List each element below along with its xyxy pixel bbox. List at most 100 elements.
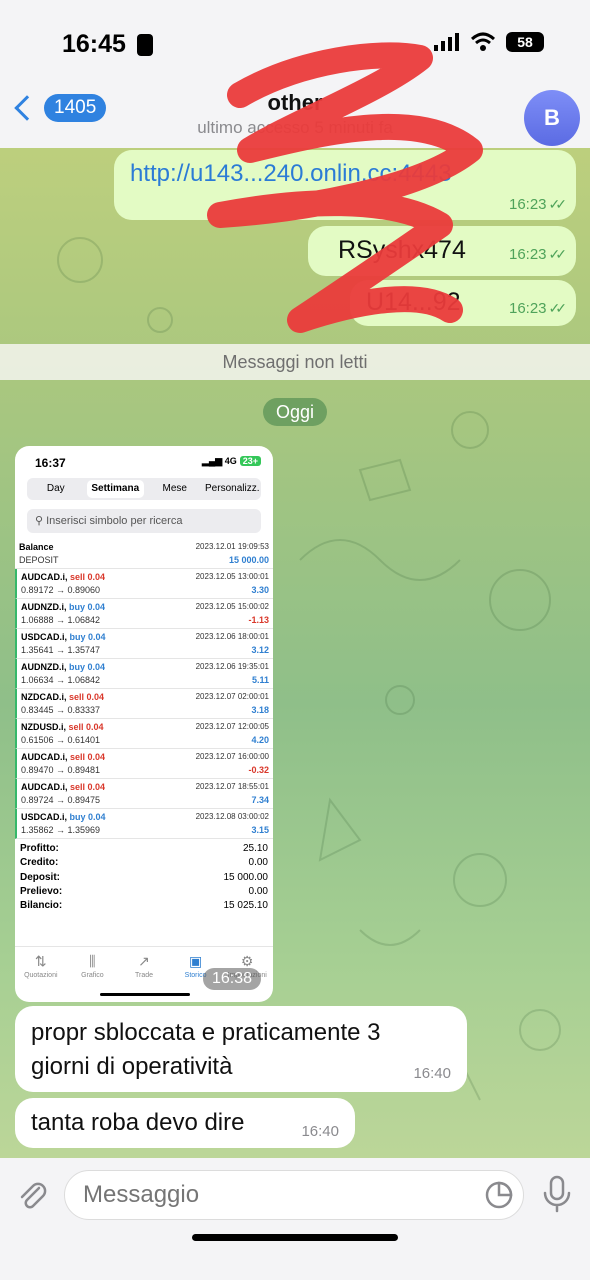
message-bubble-in[interactable]: tanta roba devo dire 16:40: [15, 1098, 355, 1148]
summary-label: Prelievo:: [20, 885, 63, 897]
segment-month: Mese: [162, 483, 187, 494]
period-segmented-control: Day Settimana Mese Personalizz.: [27, 478, 261, 500]
unread-messages-divider: Messaggi non letti: [0, 344, 590, 380]
trade-prices: 0.89470 → 0.89481: [21, 765, 101, 775]
read-check-icon: ✓✓: [548, 196, 568, 212]
trade-prices: 1.35862 → 1.35969: [21, 825, 101, 835]
chart-icon: ⫼: [89, 953, 96, 969]
message-bubble-out[interactable]: RSyshx474 16:23 ✓✓: [308, 226, 576, 276]
trade-symbol: NZDCAD.i, sell 0.04: [21, 692, 104, 702]
summary: Profitto: 25.10 Credito: 0.00 Deposit: 15 0…: [15, 839, 273, 914]
tab-label: Grafico: [81, 972, 104, 979]
summary-label: Deposit:: [20, 871, 60, 883]
microphone-icon[interactable]: [540, 1174, 574, 1214]
message-input[interactable]: [64, 1170, 524, 1220]
message-time: 16:40: [301, 1123, 339, 1140]
trade-row: AUDCAD.i, sell 0.04 2023.12.07 18:55:01 0.…: [15, 779, 273, 809]
message-text: U14...92: [366, 288, 461, 316]
wifi-icon: [470, 32, 496, 51]
screenshot-status-bar: 16:37 ▂▄▆ 4G 23+: [15, 446, 273, 476]
summary-label: Bilancio:: [20, 900, 63, 912]
avatar[interactable]: B: [524, 90, 580, 146]
trade-side: sell 0.04: [70, 572, 106, 582]
trade-row: NZDCAD.i, sell 0.04 2023.12.07 02:00:01 0.…: [15, 689, 273, 719]
summary-row: Bilancio: 15 025.10: [20, 900, 268, 914]
message-text: giorni di operatività: [31, 1053, 233, 1080]
message-time: 16:40: [413, 1065, 451, 1082]
summary-value: 0.00: [248, 885, 268, 897]
network-label: 4G: [224, 456, 237, 466]
trade-profit: 3.15: [251, 825, 269, 835]
trade-date: 2023.12.06 18:00:01: [195, 632, 269, 641]
balance-label: Balance: [19, 542, 54, 552]
trade-prices: 0.89172 → 0.89060: [21, 585, 101, 595]
summary-value: 15 000.00: [223, 871, 269, 883]
date-separator: Oggi: [263, 398, 327, 426]
trade-list: AUDCAD.i, sell 0.04 2023.12.05 13:00:01 0.…: [15, 569, 273, 839]
message-bubble-out[interactable]: U14...92 16:23 ✓✓: [350, 280, 576, 326]
balance-date: 2023.12.01 19:09:53: [195, 542, 269, 551]
trade-date: 2023.12.07 02:00:01: [195, 692, 269, 701]
trade-prices: 0.83445 → 0.83337: [21, 705, 101, 715]
contact-name[interactable]: other: [0, 90, 590, 116]
trade-side: buy 0.04: [69, 602, 106, 612]
symbol-label: USDCAD.i,: [21, 812, 68, 822]
read-check-icon: ✓✓: [548, 246, 568, 262]
trade-symbol: AUDNZD.i, buy 0.04: [21, 662, 105, 672]
message-bubble-out[interactable]: http://u143...240.onlin.cc:4443 16:23 ✓✓: [114, 150, 576, 220]
message-time: 16:23: [508, 246, 547, 263]
trade-symbol: USDCAD.i, buy 0.04: [21, 632, 106, 642]
attach-icon[interactable]: [15, 1178, 49, 1212]
trade-date: 2023.12.05 15:00:02: [195, 602, 269, 611]
segment-day: Day: [46, 483, 65, 494]
trade-symbol: AUDCAD.i, sell 0.04: [21, 752, 105, 762]
trade-side: sell 0.04: [69, 692, 105, 702]
trade-profit: 3.18: [251, 705, 269, 715]
trade-row: USDCAD.i, buy 0.04 2023.12.06 18:00:01 1.3…: [15, 629, 273, 659]
message-text: propr sbloccata e praticamente 3: [31, 1019, 381, 1046]
summary-value: 0.00: [248, 857, 268, 869]
trade-profit: 7.34: [251, 795, 269, 805]
symbol-label: AUDCAD.i,: [21, 782, 68, 792]
trade-side: buy 0.04: [69, 632, 106, 642]
trade-date: 2023.12.07 16:00:00: [195, 752, 269, 761]
trade-profit: -0.32: [248, 765, 269, 775]
symbol-label: USDCAD.i,: [21, 632, 68, 642]
trade-prices: 1.06634 → 1.06842: [21, 675, 101, 685]
balance-amount: 15 000.00: [228, 555, 269, 565]
trade-symbol: AUDCAD.i, sell 0.04: [21, 572, 105, 582]
summary-row: Profitto: 25.10: [20, 843, 268, 857]
summary-label: Profitto:: [20, 843, 59, 854]
status-bar: 16:45 58: [0, 0, 590, 88]
message-text[interactable]: http://u143...240.onlin.cc:4443: [130, 160, 452, 188]
tab-label: Trade: [134, 972, 153, 979]
chat-header: 1405 other ultimo accesso 5 minuti fa B: [0, 88, 590, 148]
symbol-label: NZDCAD.i,: [21, 692, 67, 702]
summary-row: Prelievo: 0.00: [20, 886, 268, 900]
message-bubble-in[interactable]: propr sbloccata e praticamente 3 giorni …: [15, 1006, 467, 1092]
screenshot-home-indicator: [100, 993, 190, 996]
message-meta: 16:23 ✓✓: [508, 196, 568, 214]
trade-symbol: AUDNZD.i, buy 0.04: [21, 602, 105, 612]
trade-prices: 0.89724 → 0.89475: [21, 795, 101, 805]
focus-mode-icon: [137, 34, 153, 56]
symbol-label: AUDNZD.i,: [21, 662, 67, 672]
sticker-icon[interactable]: [484, 1180, 514, 1210]
trade-icon: ↗: [138, 953, 150, 969]
message-time: 16:23: [508, 196, 547, 213]
screenshot-network: ▂▄▆ 4G 23+: [202, 456, 261, 467]
status-icons: 58: [434, 32, 544, 52]
summary-row: Deposit: 15 000.00: [20, 872, 268, 886]
trade-date: 2023.12.08 03:00:02: [195, 812, 269, 821]
quotes-icon: ⇅: [34, 953, 47, 969]
battery-icon: 58: [506, 32, 544, 52]
balance-row: Balance 2023.12.01 19:09:53 DEPOSIT 15 0…: [15, 539, 273, 569]
symbol-label: AUDNZD.i,: [21, 602, 67, 612]
image-message[interactable]: 16:37 ▂▄▆ 4G 23+ Day Settimana Mese Perso…: [15, 446, 273, 1002]
trade-side: buy 0.04: [69, 662, 106, 672]
trade-side: sell 0.04: [70, 782, 106, 792]
search-icon: ⚲: [35, 515, 44, 527]
signal-icon: [434, 33, 459, 51]
message-meta: 16:23 ✓✓: [508, 246, 568, 264]
trade-profit: 3.12: [251, 645, 269, 655]
